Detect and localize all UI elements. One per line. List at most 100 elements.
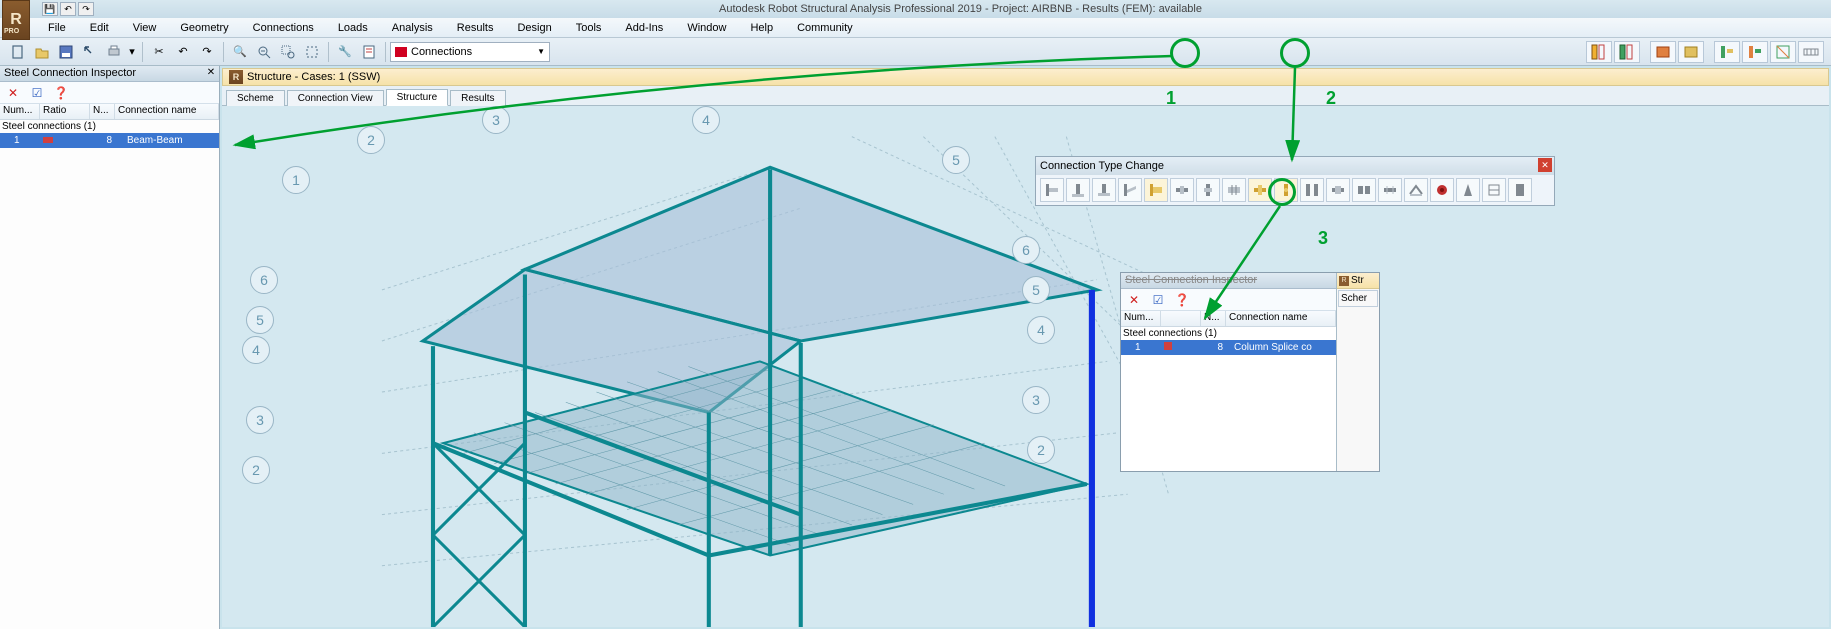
menu-bar: File Edit View Geometry Connections Load… [0,18,1831,38]
close-icon[interactable]: ✕ [205,67,217,79]
delete-icon[interactable]: ✕ [1125,291,1143,309]
conn-btn-1[interactable] [1040,178,1064,202]
menu-view[interactable]: View [121,20,169,36]
grid-label: 6 [250,266,278,294]
design-btn-8[interactable] [1798,41,1824,63]
sheet-icon[interactable] [358,41,380,63]
menu-file[interactable]: File [36,20,78,36]
conn-btn-4[interactable] [1118,178,1142,202]
menu-design[interactable]: Design [505,20,563,36]
qat-redo-icon[interactable]: ↷ [78,2,94,16]
conn-btn-15[interactable] [1404,178,1428,202]
verify-icon[interactable]: ☑ [1149,291,1167,309]
redo-icon[interactable]: ↷ [196,41,218,63]
tab-connection-view[interactable]: Connection View [287,90,384,106]
grid-label: 5 [246,306,274,334]
dropdown-icon[interactable]: ▾ [127,41,137,63]
conn-btn-19[interactable] [1508,178,1532,202]
col-name[interactable]: Connection name [115,104,219,119]
inspector-group[interactable]: Steel connections (1) [0,120,219,133]
open-icon[interactable] [31,41,53,63]
view-title-bar: R Structure - Cases: 1 (SSW) [222,68,1829,86]
tab-scheme[interactable]: Scheme [226,90,285,106]
close-icon[interactable]: ✕ [1538,158,1552,172]
conn-btn-9[interactable] [1248,178,1272,202]
help-icon[interactable]: ❓ [1173,291,1191,309]
inspector-title-bar: Steel Connection Inspector ✕ [0,66,219,82]
design-toolbar [1585,41,1825,63]
view-tabs: Scheme Connection View Structure Results [222,86,1829,106]
arrow-icon[interactable] [79,41,101,63]
menu-help[interactable]: Help [738,20,785,36]
col-ratio[interactable]: Ratio [40,104,90,119]
inspector-toolbar: ✕ ☑ ❓ [0,82,219,104]
menu-tools[interactable]: Tools [564,20,614,36]
menu-window[interactable]: Window [675,20,738,36]
new-icon[interactable] [7,41,29,63]
select-icon[interactable] [301,41,323,63]
tab-results[interactable]: Results [450,90,505,106]
inspector-panel: Steel Connection Inspector ✕ ✕ ☑ ❓ Num..… [0,66,220,629]
chevron-down-icon: ▼ [537,47,545,56]
grid-label: 1 [282,166,310,194]
grid-label: 6 [1012,236,1040,264]
conn-btn-6[interactable] [1170,178,1194,202]
conn-btn-13[interactable] [1352,178,1376,202]
menu-community[interactable]: Community [785,20,865,36]
design-btn-1[interactable] [1586,41,1612,63]
nested-row[interactable]: 1 8 Column Splice co [1121,340,1336,355]
col-num[interactable]: Num... [0,104,40,119]
conn-btn-12[interactable] [1326,178,1350,202]
cut-icon[interactable]: ✂ [148,41,170,63]
conn-btn-3[interactable] [1092,178,1116,202]
zoom-window-icon[interactable] [277,41,299,63]
design-btn-4[interactable] [1678,41,1704,63]
qat-save-icon[interactable]: 💾 [42,2,58,16]
col-n[interactable]: N... [90,104,115,119]
conn-btn-2[interactable] [1066,178,1090,202]
grid-label: 4 [692,106,720,134]
zoom-out-icon[interactable] [253,41,275,63]
tab-structure[interactable]: Structure [386,89,449,106]
delete-icon[interactable]: ✕ [4,84,22,102]
menu-results[interactable]: Results [445,20,506,36]
conn-btn-7[interactable] [1196,178,1220,202]
grid-label: 3 [1022,386,1050,414]
structure-canvas[interactable]: 1 6 5 4 3 2 2 3 4 5 6 5 4 3 2 [222,106,1829,627]
conn-type-titlebar[interactable]: Connection Type Change ✕ [1036,157,1554,175]
qat-undo-icon[interactable]: ↶ [60,2,76,16]
help-icon[interactable]: ❓ [52,84,70,102]
menu-connections[interactable]: Connections [241,20,326,36]
pro-badge: PRO [4,28,19,35]
save-icon[interactable] [55,41,77,63]
conn-btn-11[interactable] [1300,178,1324,202]
conn-btn-5[interactable] [1144,178,1168,202]
menu-addins[interactable]: Add-Ins [613,20,675,36]
zoom-in-icon[interactable]: 🔍 [229,41,251,63]
design-btn-3[interactable] [1650,41,1676,63]
conn-btn-14[interactable] [1378,178,1402,202]
conn-btn-17[interactable] [1456,178,1480,202]
menu-edit[interactable]: Edit [78,20,121,36]
menu-loads[interactable]: Loads [326,20,380,36]
undo-icon[interactable]: ↶ [172,41,194,63]
design-btn-5[interactable] [1714,41,1740,63]
design-btn-2[interactable] [1614,41,1640,63]
connections-combo[interactable]: Connections ▼ [390,42,550,62]
print-icon[interactable] [103,41,125,63]
design-btn-6[interactable] [1742,41,1768,63]
inspector-row[interactable]: 1 8 Beam-Beam [0,133,219,148]
conn-btn-10[interactable] [1274,178,1298,202]
conn-btn-8[interactable] [1222,178,1246,202]
menu-analysis[interactable]: Analysis [380,20,445,36]
conn-btn-18[interactable] [1482,178,1506,202]
conn-btn-16[interactable] [1430,178,1454,202]
wrench-icon[interactable]: 🔧 [334,41,356,63]
nested-inspector-panel: Steel Connection Inspector ✕ ☑ ❓ Num... … [1120,272,1380,472]
nested-group[interactable]: Steel connections (1) [1121,327,1336,340]
verify-icon[interactable]: ☑ [28,84,46,102]
nested-inspector-title: Steel Connection Inspector [1121,273,1336,289]
menu-geometry[interactable]: Geometry [168,20,240,36]
design-btn-7[interactable] [1770,41,1796,63]
r-icon: R [229,70,243,84]
